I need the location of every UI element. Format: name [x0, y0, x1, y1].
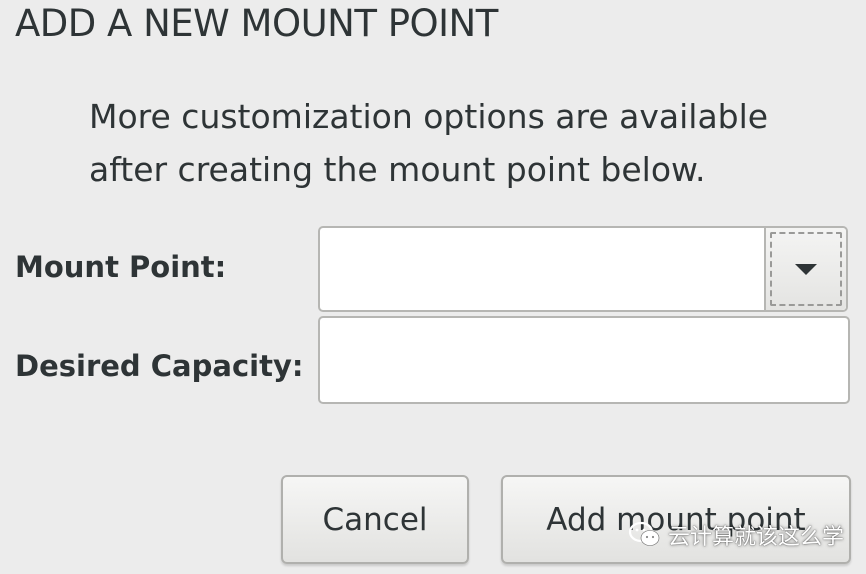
add-mount-point-dialog: ADD A NEW MOUNT POINT More customization…: [0, 0, 866, 574]
watermark-text: 云计算就该这么学: [668, 525, 845, 550]
dialog-title: ADD A NEW MOUNT POINT: [15, 2, 498, 45]
desired-capacity-label: Desired Capacity:: [15, 349, 304, 383]
cancel-button[interactable]: Cancel: [281, 475, 469, 564]
info-line-1: More customization options are available: [89, 97, 769, 136]
info-line-2: after creating the mount point below.: [89, 150, 706, 189]
mount-point-combobox[interactable]: [318, 226, 848, 312]
mount-point-input[interactable]: [320, 228, 764, 310]
dialog-info: More customization options are available…: [89, 90, 768, 196]
mount-point-label: Mount Point:: [15, 250, 227, 284]
chevron-down-icon: [795, 263, 817, 275]
mount-point-dropdown-button[interactable]: [764, 228, 846, 310]
desired-capacity-input[interactable]: [318, 316, 850, 404]
watermark: 云计算就该这么学: [628, 519, 844, 551]
wechat-icon: [628, 521, 660, 546]
